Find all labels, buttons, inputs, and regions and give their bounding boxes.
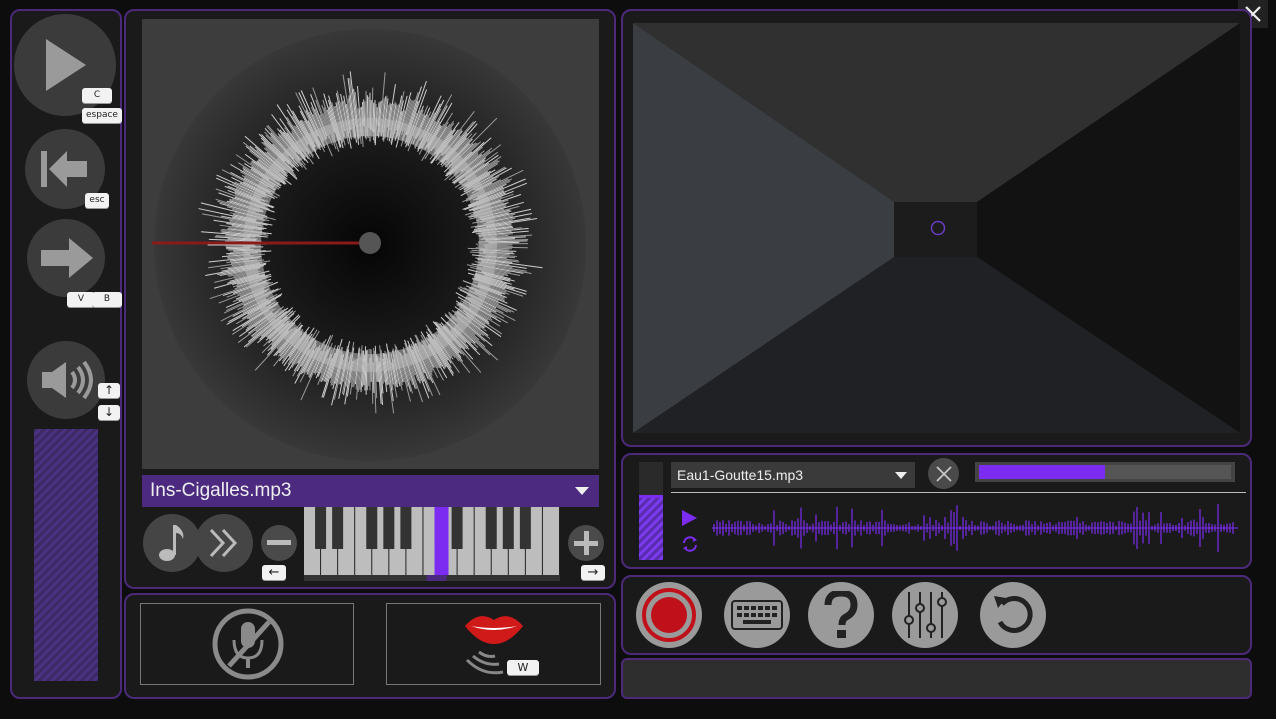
next-button[interactable] bbox=[27, 219, 105, 297]
sample-clear-button[interactable] bbox=[928, 458, 959, 489]
sliders-icon bbox=[904, 592, 947, 638]
keyboard-shortcuts-button[interactable] bbox=[724, 582, 790, 648]
sample-progress-fill bbox=[979, 465, 1105, 479]
volume-icon bbox=[42, 360, 93, 400]
double-chevron-right-icon bbox=[209, 528, 238, 558]
minus-icon bbox=[267, 540, 291, 545]
voice-button[interactable]: W bbox=[386, 603, 601, 685]
sample-divider bbox=[671, 492, 1246, 493]
plus-icon bbox=[574, 531, 598, 555]
voice-key-w: W bbox=[507, 660, 539, 675]
sample-file-select[interactable]: Eau1-Goutte15.mp3 bbox=[671, 462, 915, 488]
help-button[interactable] bbox=[808, 582, 874, 648]
record-button[interactable] bbox=[636, 582, 702, 648]
volume-slider-fill bbox=[34, 429, 98, 681]
music-note-icon bbox=[159, 525, 184, 561]
play-icon bbox=[46, 39, 86, 91]
waveform-disc bbox=[152, 29, 586, 461]
disc-file-select[interactable]: Ins-Cigalles.mp3 bbox=[142, 475, 599, 507]
next-key-v: V bbox=[67, 292, 95, 307]
piano-black-key[interactable] bbox=[315, 507, 327, 549]
sample-loop-button[interactable] bbox=[681, 535, 699, 553]
sample-level-meter bbox=[639, 462, 663, 560]
mic-mute-button[interactable] bbox=[140, 603, 354, 685]
piano-keys bbox=[304, 507, 560, 581]
mixer-settings-button[interactable] bbox=[892, 582, 958, 648]
piano-black-key[interactable] bbox=[485, 507, 497, 549]
status-bar bbox=[621, 658, 1252, 699]
next-key-b: B bbox=[92, 292, 122, 307]
play-key-espace: espace bbox=[82, 108, 122, 123]
playhead-hub bbox=[359, 232, 381, 254]
minus-key: ← bbox=[262, 565, 286, 580]
volume-up-key: ↑ bbox=[98, 383, 120, 398]
volume-down-key: ↓ bbox=[98, 405, 120, 420]
piano-black-key[interactable] bbox=[383, 507, 395, 549]
rewind-key-esc: esc bbox=[85, 193, 109, 208]
volume-slider[interactable] bbox=[34, 429, 98, 681]
piano-white-key[interactable] bbox=[542, 507, 559, 575]
disc-file-name: Ins-Cigalles.mp3 bbox=[150, 480, 292, 501]
piano-black-key[interactable] bbox=[451, 507, 463, 549]
arrow-right-icon bbox=[41, 238, 93, 278]
skip-back-icon bbox=[41, 151, 87, 187]
piano-black-key[interactable] bbox=[502, 507, 514, 549]
disc-canvas[interactable] bbox=[142, 19, 599, 469]
piano-black-key[interactable] bbox=[519, 507, 531, 549]
piano-black-key[interactable] bbox=[332, 507, 344, 549]
sample-file-name: Eau1-Goutte15.mp3 bbox=[677, 467, 804, 483]
chevron-down-icon bbox=[895, 472, 907, 479]
chevron-down-icon bbox=[575, 487, 589, 495]
piano-keyboard[interactable] bbox=[304, 507, 560, 581]
sample-play-button[interactable] bbox=[680, 509, 700, 529]
mic-muted-icon bbox=[212, 608, 284, 680]
piano-active-key bbox=[434, 507, 449, 575]
scene-view[interactable] bbox=[633, 23, 1240, 433]
volume-button[interactable] bbox=[27, 341, 105, 419]
piano-black-key[interactable] bbox=[366, 507, 378, 549]
record-icon bbox=[642, 588, 696, 642]
play-icon bbox=[682, 510, 697, 526]
plus-button[interactable] bbox=[568, 525, 604, 561]
piano-black-key[interactable] bbox=[400, 507, 412, 549]
sample-level-fill bbox=[639, 494, 663, 560]
room-perspective bbox=[633, 23, 1240, 433]
question-icon bbox=[824, 591, 858, 638]
sample-waveform-graph bbox=[712, 504, 1238, 552]
close-icon bbox=[935, 465, 952, 482]
plus-key: → bbox=[581, 565, 605, 580]
keyboard-icon bbox=[731, 600, 783, 630]
minus-button[interactable] bbox=[261, 525, 297, 561]
refresh-icon bbox=[994, 595, 1033, 633]
note-mode-button[interactable] bbox=[143, 514, 201, 572]
loop-icon bbox=[683, 536, 697, 552]
sample-waveform[interactable] bbox=[712, 497, 1238, 559]
piano-scroll-thumb[interactable] bbox=[426, 575, 447, 581]
sample-progress-bar[interactable] bbox=[975, 462, 1235, 482]
fast-forward-button[interactable] bbox=[195, 514, 253, 572]
play-key-c: C bbox=[82, 88, 112, 103]
reset-button[interactable] bbox=[980, 582, 1046, 648]
